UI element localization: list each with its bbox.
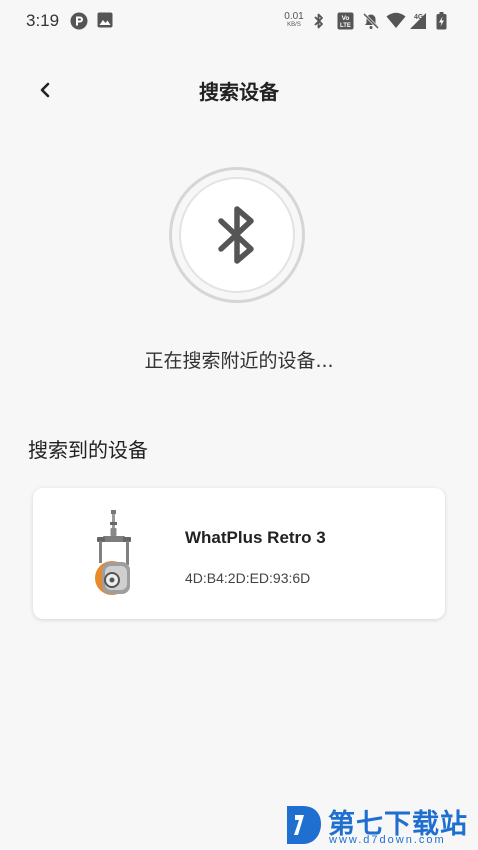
device-product-image	[91, 508, 137, 600]
page-title: 搜索设备	[199, 80, 279, 104]
battery-charging-icon	[436, 12, 447, 34]
found-devices-heading: 搜索到的设备	[28, 438, 148, 462]
bluetooth-scan-indicator	[169, 167, 305, 303]
status-bar: 3:19 0.01 KB/S Vo LTE 4G	[0, 0, 478, 44]
site-watermark: 第七下载站 www.d7down.com	[282, 800, 472, 850]
network-speed: 0.01 KB/S	[283, 12, 305, 30]
app-notification-icon	[70, 12, 88, 34]
net-speed-unit: KB/S	[287, 22, 301, 28]
bluetooth-scan-inner-circle	[179, 177, 295, 293]
device-name: WhatPlus Retro 3	[185, 528, 326, 547]
svg-text:LTE: LTE	[340, 23, 351, 29]
device-card[interactable]: WhatPlus Retro 3 4D:B4:2D:ED:93:6D	[33, 488, 445, 619]
silent-mode-icon	[362, 12, 380, 34]
cellular-signal-icon: 4G	[408, 12, 428, 34]
status-time: 3:19	[26, 11, 60, 30]
top-app-bar: 搜索设备	[0, 62, 478, 118]
net-speed-value: 0.01	[284, 11, 304, 22]
searching-status-text: 正在搜索附近的设备...	[144, 350, 334, 372]
svg-text:Vo: Vo	[342, 15, 350, 22]
image-notification-icon	[97, 12, 113, 32]
network-type-label: 4G	[414, 14, 424, 21]
wifi-icon	[386, 12, 406, 33]
device-mac-address: 4D:B4:2D:ED:93:6D	[185, 570, 311, 586]
bluetooth-status-icon	[312, 12, 326, 34]
watermark-url: www.d7down.com	[329, 834, 446, 846]
volte-icon: Vo LTE	[337, 12, 354, 34]
